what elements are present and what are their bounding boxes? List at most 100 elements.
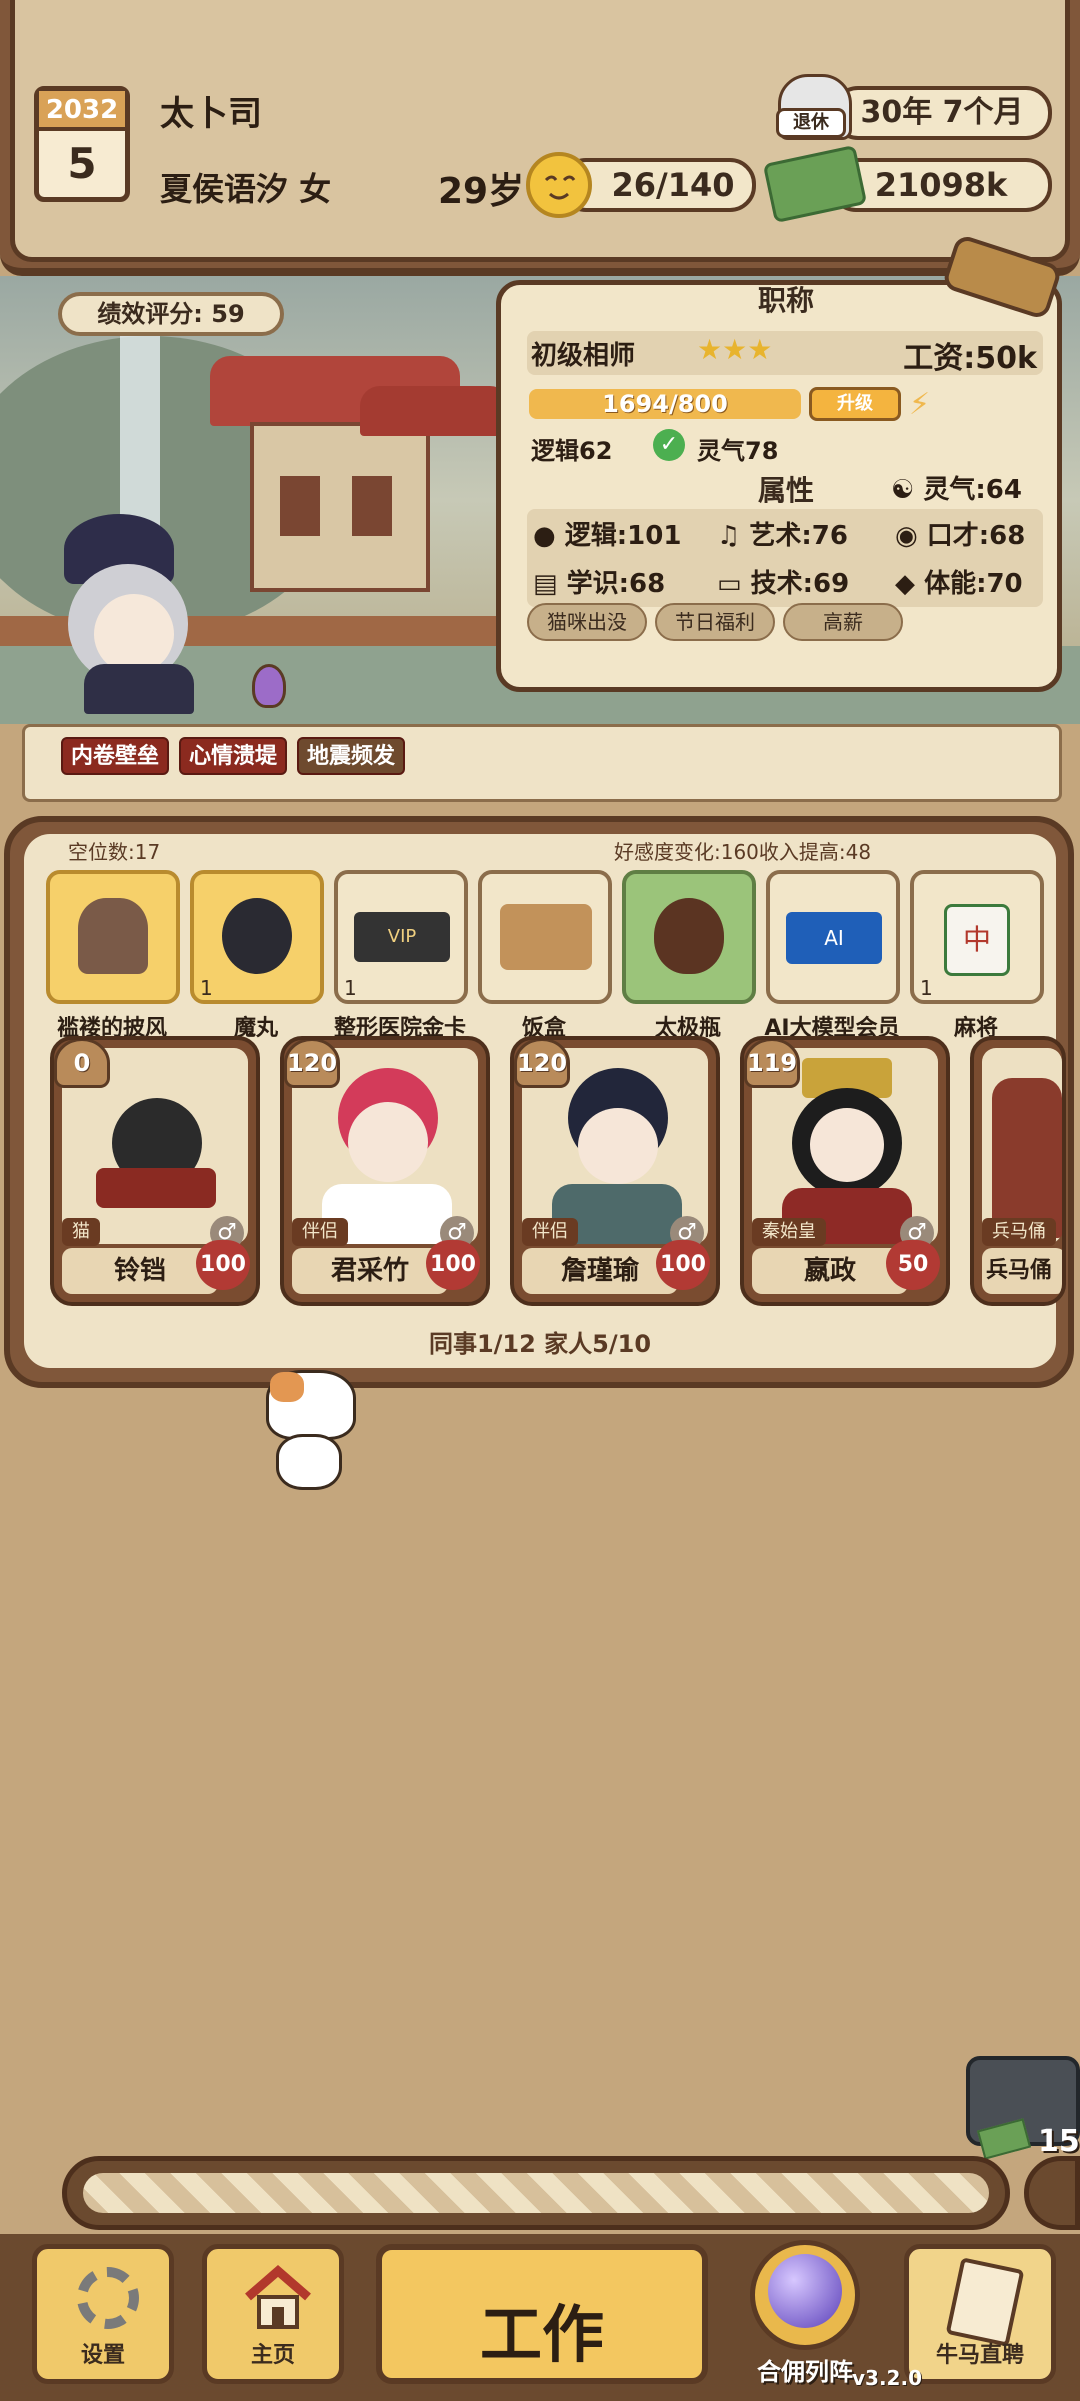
lingqi-label: 灵气:64 xyxy=(923,475,1022,505)
job-title-header: 职称 xyxy=(757,284,814,317)
event-involution[interactable]: 内卷壁垒 xyxy=(61,737,170,775)
cloak-icon xyxy=(78,898,148,974)
age-label: 29岁 xyxy=(438,171,525,212)
attr-stamina-label: 体能:70 xyxy=(924,569,1023,599)
brain-icon: ● xyxy=(533,521,556,551)
salary: 工资:50k xyxy=(903,341,1037,376)
tag-high-salary: 高薪 xyxy=(783,603,903,641)
calendar: 2032 5 xyxy=(34,86,130,202)
member-name: 詹瑾瑜 xyxy=(522,1248,678,1294)
work-button[interactable]: 工作 xyxy=(376,2244,708,2384)
promotion-progress-text: 1694/800 xyxy=(602,390,728,418)
gourd-icon xyxy=(654,898,724,974)
settings-label: 设置 xyxy=(80,2343,125,2368)
settings-button[interactable]: 设置 xyxy=(32,2244,174,2384)
rail-end xyxy=(1024,2156,1080,2230)
house-icon xyxy=(243,2263,313,2333)
inventory-panel: 空位数:17 好感度变化:160收入提高:48 1 VIP 1 AI 中1 褴褛的… xyxy=(4,816,1074,1388)
calendar-month: 5 xyxy=(67,139,97,188)
upgrade-button[interactable]: 升级 xyxy=(809,387,901,421)
event-bar: 内卷壁垒 心情溃堤 地震频发 xyxy=(22,724,1062,802)
bonus-label: 好感度变化:160收入提高:48 xyxy=(614,840,872,864)
item-count: 1 xyxy=(344,976,357,1000)
item-magic-pill[interactable]: 1 xyxy=(190,870,324,1004)
upgrade-label: 升级 xyxy=(837,393,873,414)
music-note-icon: ♫ xyxy=(717,521,741,551)
home-button[interactable]: 主页 xyxy=(202,2244,344,2384)
character-avatar[interactable] xyxy=(54,514,234,714)
item-taiji-gourd[interactable] xyxy=(622,870,756,1004)
item-count: 1 xyxy=(200,976,213,1000)
item-mahjong[interactable]: 中1 xyxy=(910,870,1044,1004)
attr-stamina: ◆ 体能:70 xyxy=(895,563,1023,600)
empty-slots-label: 空位数:17 xyxy=(68,840,161,864)
favor-heart: 50 xyxy=(886,1240,940,1290)
rank-stars: ★★★ xyxy=(697,333,773,366)
score-label: 绩效评分: xyxy=(97,300,203,328)
crystal-ball-icon xyxy=(768,2254,842,2328)
event-earthquake[interactable]: 地震频发 xyxy=(297,737,406,775)
team-count: 同事1/12 家人5/10 xyxy=(428,1330,652,1358)
level-badge: 120 xyxy=(284,1040,340,1088)
job-title: 初级相师 xyxy=(531,341,636,371)
member-card[interactable]: 119 秦始皇 ♂ 嬴政 50 xyxy=(740,1036,950,1306)
mahjong-icon: 中 xyxy=(944,904,1010,976)
inventory-inner: 空位数:17 好感度变化:160收入提高:48 1 VIP 1 AI 中1 褴褛的… xyxy=(24,834,1066,1368)
work-label: 工作 xyxy=(479,2298,604,2371)
attr-tech: ▭ 技术:69 xyxy=(717,563,849,600)
hire-label: 牛马直聘 xyxy=(935,2343,1024,2368)
attr-eloquence-label: 口才:68 xyxy=(926,521,1026,551)
ai-card-icon: AI xyxy=(786,912,882,964)
yin-yang-icon: ☯ xyxy=(891,475,915,505)
retire-label: 退休 xyxy=(776,108,846,138)
calendar-year: 2032 xyxy=(39,91,125,131)
work-progress-rail xyxy=(62,2156,1010,2230)
clipboard-icon xyxy=(945,2257,1025,2347)
item-ai-membership[interactable]: AI xyxy=(766,870,900,1004)
potion-icon xyxy=(252,664,286,708)
level-badge: 120 xyxy=(514,1040,570,1088)
mood-value: 26/140 xyxy=(611,166,735,204)
member-card[interactable]: 兵马俑 兵马俑战 xyxy=(970,1036,1066,1306)
favor-heart: 100 xyxy=(196,1240,250,1290)
smile-face-icon xyxy=(526,152,592,218)
member-card[interactable]: 120 伴侣 ♂ 君采竹 100 xyxy=(280,1036,490,1306)
level-badge: 0 xyxy=(54,1040,110,1088)
monitor-icon: ▭ xyxy=(717,569,742,599)
lips-icon: ◉ xyxy=(895,521,918,551)
attr-logic-label: 逻辑:101 xyxy=(564,521,682,551)
chest-count: 15 xyxy=(1038,2124,1080,2159)
wandering-cat[interactable] xyxy=(240,1370,370,1500)
lightning-icon: ⚡ xyxy=(909,387,931,422)
member-card[interactable]: 120 伴侣 ♂ 詹瑾瑜 100 xyxy=(510,1036,720,1306)
attr-art-label: 艺术:76 xyxy=(749,521,848,551)
score-value: 59 xyxy=(211,300,245,328)
attributes-grid: ● 逻辑:101 ♫ 艺术:76 ◉ 口才:68 ▤ 学识:68 ▭ 技术:69… xyxy=(527,509,1043,607)
vip-card-icon: VIP xyxy=(354,912,450,962)
item-vip-card[interactable]: VIP 1 xyxy=(334,870,468,1004)
attr-knowledge: ▤ 学识:68 xyxy=(533,563,665,600)
member-role: 秦始皇 xyxy=(752,1218,826,1246)
member-card[interactable]: 0 猫 ♂ 铃铛 100 xyxy=(50,1036,260,1306)
member-name: 兵马俑战 xyxy=(982,1248,1062,1294)
item-ragged-cloak[interactable] xyxy=(46,870,180,1004)
favor-heart: 100 xyxy=(426,1240,480,1290)
promotion-progress-bar: 1694/800 xyxy=(529,389,801,419)
lingqi-requirement: 灵气78 xyxy=(697,437,779,465)
attr-logic: ● 逻辑:101 xyxy=(533,515,681,552)
logic-requirement: 逻辑62 xyxy=(531,437,613,465)
lunchbox-icon xyxy=(500,904,592,970)
attr-knowledge-label: 学识:68 xyxy=(566,569,666,599)
member-role: 伴侣 xyxy=(522,1218,578,1246)
work-progress-track xyxy=(83,2173,989,2213)
book-icon: ▤ xyxy=(533,569,558,599)
event-mood-collapse[interactable]: 心情溃堤 xyxy=(179,737,288,775)
home-label: 主页 xyxy=(250,2343,295,2368)
hire-button[interactable]: 牛马直聘 xyxy=(904,2244,1056,2384)
level-badge: 119 xyxy=(744,1040,800,1088)
item-lunchbox[interactable] xyxy=(478,870,612,1004)
shield-icon: ◆ xyxy=(895,569,915,599)
attr-tech-label: 技术:69 xyxy=(750,569,850,599)
attributes-header: 属性 xyxy=(757,474,814,507)
member-name: 铃铛 xyxy=(62,1248,218,1294)
